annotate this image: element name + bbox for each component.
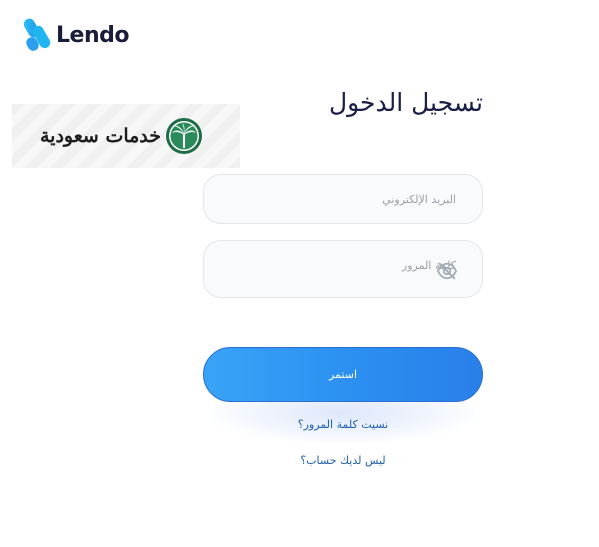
saudi-services-text: خدمات سعودية — [40, 125, 162, 147]
palm-emblem-icon — [166, 118, 203, 154]
page-title: تسجيل الدخول — [328, 88, 483, 117]
continue-button[interactable]: استمر — [203, 347, 483, 402]
eye-slash-icon[interactable] — [436, 261, 458, 281]
no-account-link[interactable]: ليس لديك حساب؟ — [203, 454, 483, 467]
email-input[interactable] — [204, 175, 482, 223]
lendo-logo-icon — [24, 18, 51, 51]
email-field-container — [203, 174, 483, 224]
submit-area: استمر — [203, 347, 483, 443]
brand-name: Lendo — [56, 22, 129, 48]
lendo-logo[interactable]: Lendo — [24, 17, 129, 53]
password-field-container — [203, 240, 483, 298]
forgot-password-link[interactable]: نسيت كلمة المرور؟ — [203, 418, 483, 431]
login-page: Lendo خدمات سعودية تسجيل الدخول استمر — [0, 0, 599, 547]
